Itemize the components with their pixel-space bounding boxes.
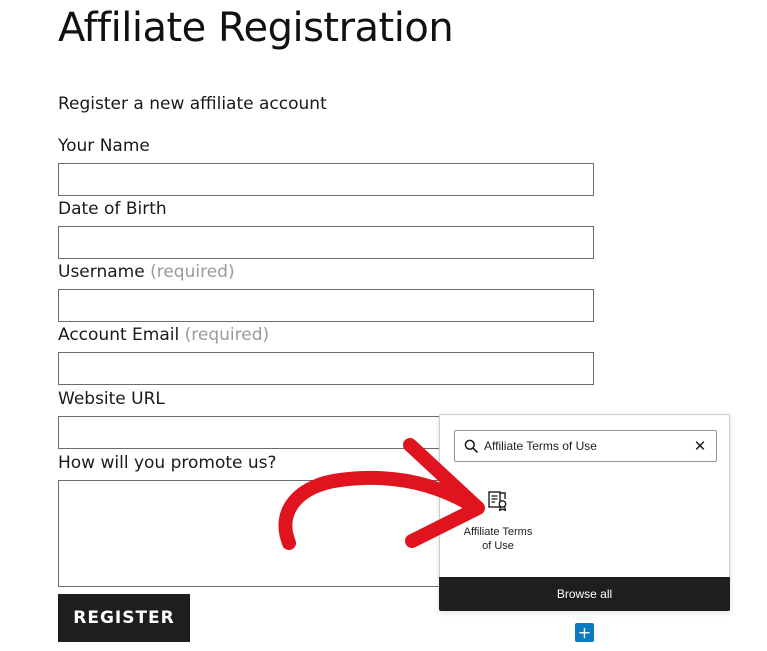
block-result-label: Affiliate Terms of Use	[463, 526, 533, 552]
promote-label: How will you promote us?	[58, 452, 277, 474]
date-of-birth-label: Date of Birth	[58, 198, 167, 220]
your-name-label: Your Name	[58, 135, 150, 157]
date-of-birth-label-text: Date of Birth	[58, 199, 167, 219]
username-required-indicator: (required)	[150, 262, 235, 282]
terms-document-icon	[488, 491, 507, 512]
add-block-button[interactable]: +	[575, 623, 594, 642]
block-search-input[interactable]	[484, 431, 684, 461]
website-url-label: Website URL	[58, 388, 165, 410]
account-email-input[interactable]	[58, 352, 594, 385]
website-url-label-text: Website URL	[58, 389, 165, 409]
account-email-label: Account Email (required)	[58, 324, 269, 346]
username-label: Username (required)	[58, 261, 235, 283]
register-button[interactable]: REGISTER	[58, 594, 190, 642]
block-inserter-popover: ✕ Affiliate Terms of Use Browse all	[439, 414, 730, 611]
account-email-label-text: Account Email	[58, 325, 180, 345]
close-icon[interactable]: ✕	[692, 438, 708, 454]
account-email-required-indicator: (required)	[184, 325, 270, 345]
page-title: Affiliate Registration	[58, 5, 454, 51]
username-input[interactable]	[58, 289, 594, 322]
browse-all-button[interactable]: Browse all	[439, 577, 730, 611]
block-result-affiliate-terms[interactable]: Affiliate Terms of Use	[460, 485, 536, 557]
block-search-box: ✕	[454, 430, 717, 462]
search-icon	[464, 439, 478, 453]
your-name-label-text: Your Name	[58, 136, 150, 156]
date-of-birth-input[interactable]	[58, 226, 594, 259]
username-label-text: Username	[58, 262, 145, 282]
promote-label-text: How will you promote us?	[58, 453, 277, 473]
form-subtitle: Register a new affiliate account	[58, 94, 327, 114]
your-name-input[interactable]	[58, 163, 594, 196]
